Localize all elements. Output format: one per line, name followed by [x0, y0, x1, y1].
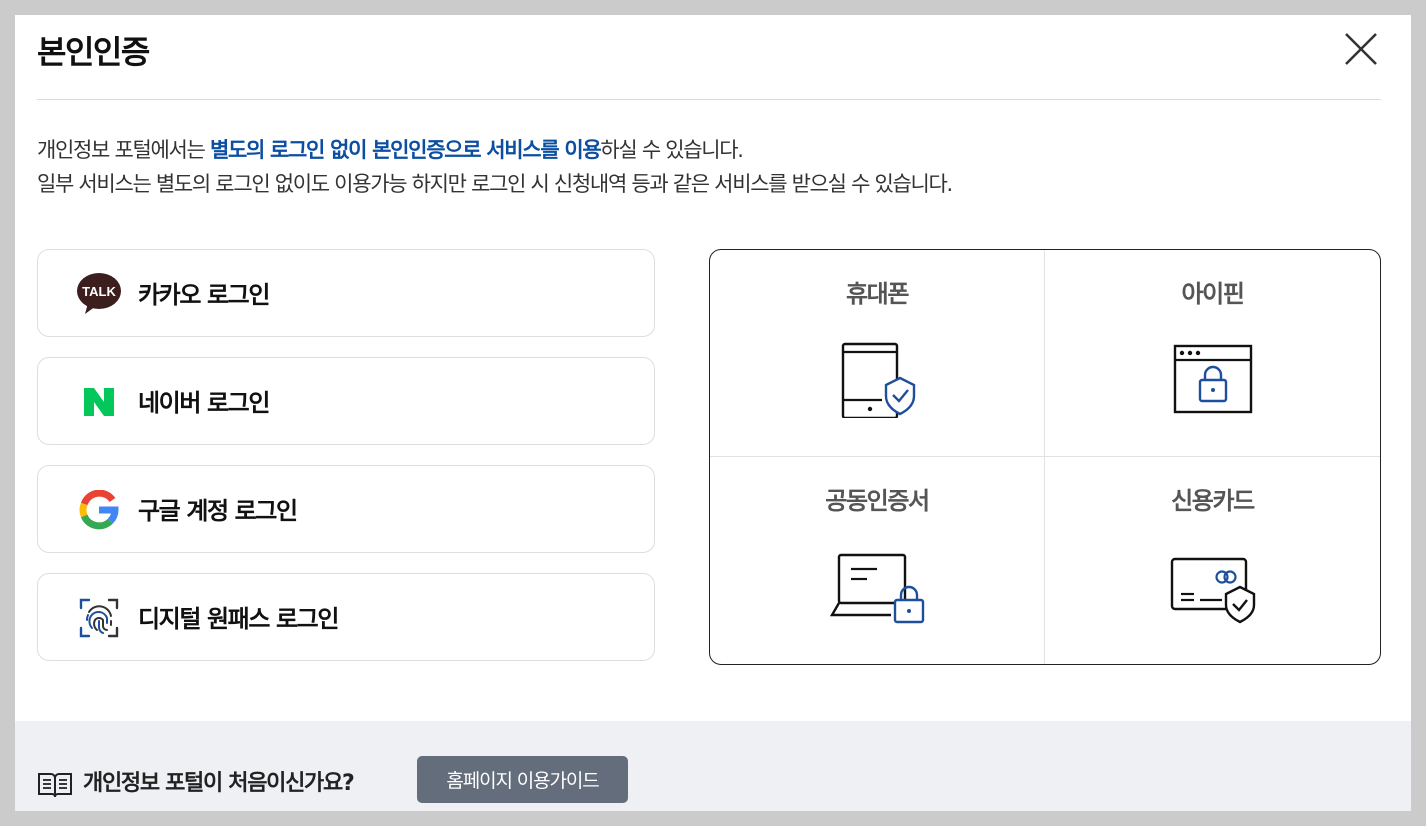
digital-onepass-login-button[interactable]: 디지털 원패스 로그인	[37, 573, 655, 661]
auth-phone-label: 휴대폰	[845, 280, 909, 308]
laptop-lock-icon	[829, 553, 925, 624]
auth-credit-card-button[interactable]: 신용카드	[1045, 457, 1380, 664]
book-icon	[38, 773, 72, 798]
google-login-label: 구글 계정 로그인	[138, 497, 298, 525]
description: 개인정보 포털에서는 별도의 로그인 없이 본인인증으로 서비스를 이용하실 수…	[37, 133, 953, 201]
social-login-list: TALK 카카오 로그인 네이버 로그인 구글 계정 로그인 디지털 원패스 로…	[37, 249, 655, 681]
auth-ipin-button[interactable]: 아이핀	[1045, 250, 1380, 457]
google-icon	[76, 488, 122, 532]
description-highlight: 별도의 로그인 없이 본인인증으로 서비스를 이용	[209, 138, 602, 162]
card-shield-icon	[1170, 557, 1255, 624]
description-prefix: 개인정보 포털에서는	[37, 138, 210, 162]
description-suffix: 하실 수 있습니다.	[600, 138, 744, 162]
close-icon	[1345, 33, 1377, 65]
identity-verification-modal: 본인인증 개인정보 포털에서는 별도의 로그인 없이 본인인증으로 서비스를 이…	[15, 15, 1411, 811]
naver-login-label: 네이버 로그인	[138, 389, 270, 417]
auth-certificate-button[interactable]: 공동인증서	[710, 457, 1045, 664]
auth-method-grid: 휴대폰 아이핀 공동인증서 신용카드	[709, 249, 1381, 665]
auth-certificate-label: 공동인증서	[825, 487, 930, 515]
kakao-icon-text: TALK	[82, 284, 116, 299]
auth-phone-button[interactable]: 휴대폰	[710, 250, 1045, 457]
first-visit-question: 개인정보 포털이 처음이신가요?	[83, 771, 355, 796]
digital-onepass-login-label: 디지털 원패스 로그인	[138, 605, 339, 633]
description-line-2: 일부 서비스는 별도의 로그인 없이도 이용가능 하지만 로그인 시 신청내역 …	[37, 172, 953, 196]
kakao-login-label: 카카오 로그인	[138, 281, 270, 309]
homepage-guide-button[interactable]: 홈페이지 이용가이드	[417, 756, 628, 803]
modal-title: 본인인증	[37, 33, 150, 71]
auth-ipin-label: 아이핀	[1181, 280, 1244, 308]
google-login-button[interactable]: 구글 계정 로그인	[37, 465, 655, 553]
naver-login-button[interactable]: 네이버 로그인	[37, 357, 655, 445]
modal-header: 본인인증	[37, 15, 1381, 100]
description-line-1: 개인정보 포털에서는 별도의 로그인 없이 본인인증으로 서비스를 이용하실 수…	[37, 133, 952, 167]
auth-credit-card-label: 신용카드	[1171, 487, 1255, 515]
close-button[interactable]	[1343, 31, 1379, 67]
kakao-login-button[interactable]: TALK 카카오 로그인	[37, 249, 655, 337]
naver-icon	[76, 380, 122, 424]
phone-shield-icon	[841, 342, 916, 418]
footer-guide: 개인정보 포털이 처음이신가요? 홈페이지 이용가이드	[15, 721, 1411, 811]
fingerprint-icon	[76, 596, 122, 640]
kakao-talk-icon: TALK	[76, 272, 122, 316]
browser-lock-icon	[1173, 344, 1252, 414]
